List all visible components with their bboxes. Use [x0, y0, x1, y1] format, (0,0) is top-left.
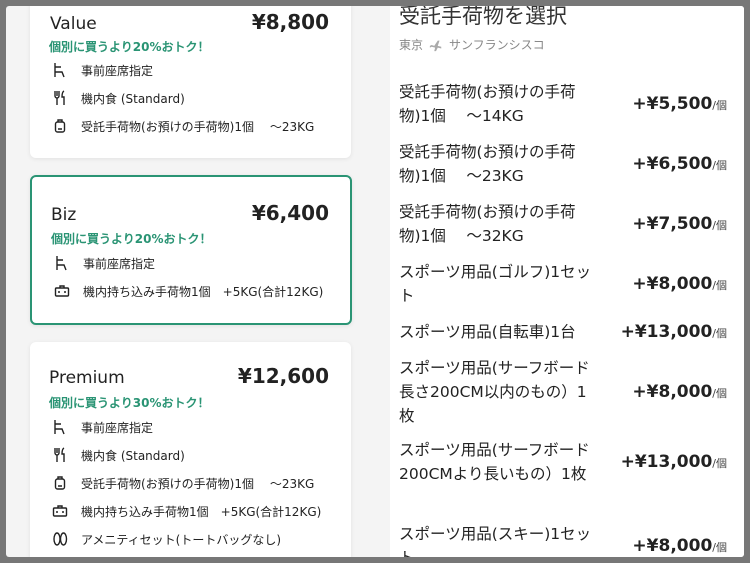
route-info: 東京 サンフランシスコ	[399, 36, 545, 53]
feature-item: 機内持ち込み手荷物1個 +5KG(合計12KG)	[51, 281, 323, 301]
feature-item: 受託手荷物(お預けの手荷物)1個 ～23KG	[49, 116, 314, 136]
option-price: +¥13,000/個	[620, 452, 727, 472]
luggage-icon	[49, 473, 71, 493]
plan-price: ¥12,600	[237, 364, 329, 388]
feature-item: 機内持ち込み手荷物1個 +5KG(合計12KG)	[49, 501, 321, 521]
option-price: +¥8,000/個	[632, 274, 727, 294]
app-screen: Value ¥8,800 個別に買うより20%おトク！ 事前座席指定 機内食 (…	[6, 6, 744, 557]
baggage-option[interactable]: スポーツ用品(スキー)1セット +¥8,000/個	[399, 522, 727, 557]
seat-icon	[49, 60, 71, 80]
destination-label: サンフランシスコ	[449, 38, 545, 52]
option-price: +¥13,000/個	[620, 322, 727, 342]
feature-item: 機内食 (Standard)	[49, 88, 185, 108]
option-name: 受託手荷物(お預けの手荷物)1個 ～32KG	[399, 203, 576, 245]
meal-icon	[49, 445, 71, 465]
feature-item: 事前座席指定	[49, 417, 153, 437]
plan-card-header: Biz ¥6,400	[32, 201, 350, 225]
carry-on-bag-icon	[51, 281, 73, 301]
baggage-option[interactable]: スポーツ用品(ゴルフ)1セット +¥8,000/個	[399, 260, 727, 308]
feature-item: アメニティセット(トートバッグなし)	[49, 529, 281, 549]
airplane-icon	[429, 38, 443, 52]
discount-note: 個別に買うより20%おトク！	[49, 40, 210, 54]
option-name: スポーツ用品(ゴルフ)1セット	[399, 263, 592, 305]
seat-icon	[51, 253, 73, 273]
option-name: スポーツ用品(サーフボード 200CMより長いもの）1枚	[399, 441, 606, 483]
option-name: スポーツ用品(サーフボード 長さ200CM以内のもの）1枚	[399, 359, 606, 425]
meal-icon	[49, 88, 71, 108]
option-name: スポーツ用品(スキー)1セット	[399, 525, 592, 557]
option-price: +¥8,000/個	[632, 536, 727, 556]
plan-card-header: Value ¥8,800	[30, 10, 351, 34]
plan-card-biz[interactable]: Biz ¥6,400 個別に買うより20%おトク！ 事前座席指定 機内持ち込み手…	[30, 175, 352, 325]
plan-name: Biz	[51, 205, 77, 225]
feature-item: 事前座席指定	[49, 60, 153, 80]
baggage-option[interactable]: スポーツ用品(自転車)1台 +¥13,000/個	[399, 320, 727, 344]
plan-name: Value	[50, 14, 97, 34]
feature-item: 受託手荷物(お預けの手荷物)1個 ～23KG	[49, 473, 314, 493]
option-price: +¥8,000/個	[632, 382, 727, 402]
option-name: 受託手荷物(お預けの手荷物)1個 ～23KG	[399, 143, 576, 185]
plan-card-premium[interactable]: Premium ¥12,600 個別に買うより30%おトク！ 事前座席指定 機内…	[30, 342, 351, 557]
plan-price: ¥6,400	[251, 201, 329, 225]
carry-on-bag-icon	[49, 501, 71, 521]
plan-list: Value ¥8,800 個別に買うより20%おトク！ 事前座席指定 機内食 (…	[6, 6, 390, 557]
feature-item: 事前座席指定	[51, 253, 155, 273]
baggage-panel: 受託手荷物を選択 東京 サンフランシスコ 受託手荷物(お預けの手荷物)1個 ～1…	[390, 6, 744, 557]
page-title: 受託手荷物を選択	[399, 6, 567, 28]
baggage-option[interactable]: スポーツ用品(サーフボード 200CMより長いもの）1枚 +¥13,000/個	[399, 438, 727, 486]
discount-note: 個別に買うより30%おトク！	[49, 396, 210, 410]
luggage-icon	[49, 116, 71, 136]
option-price: +¥6,500/個	[632, 154, 727, 174]
plan-card-header: Premium ¥12,600	[30, 364, 351, 388]
plan-price: ¥8,800	[251, 10, 329, 34]
plan-card-value[interactable]: Value ¥8,800 個別に買うより20%おトク！ 事前座席指定 機内食 (…	[30, 6, 351, 158]
option-price: +¥7,500/個	[632, 214, 727, 234]
baggage-option[interactable]: 受託手荷物(お預けの手荷物)1個 ～14KG +¥5,500/個	[399, 80, 727, 128]
feature-item: 機内食 (Standard)	[49, 445, 185, 465]
seat-icon	[49, 417, 71, 437]
option-name: 受託手荷物(お預けの手荷物)1個 ～14KG	[399, 83, 576, 125]
option-price: +¥5,500/個	[632, 94, 727, 114]
origin-label: 東京	[399, 38, 424, 52]
option-name: スポーツ用品(自転車)1台	[399, 323, 576, 341]
slippers-icon	[49, 529, 71, 549]
baggage-option[interactable]: 受託手荷物(お預けの手荷物)1個 ～23KG +¥6,500/個	[399, 140, 727, 188]
scrollbar[interactable]	[739, 6, 744, 557]
plan-name: Premium	[49, 368, 125, 388]
baggage-option[interactable]: 受託手荷物(お預けの手荷物)1個 ～32KG +¥7,500/個	[399, 200, 727, 248]
baggage-option[interactable]: スポーツ用品(サーフボード 長さ200CM以内のもの）1枚 +¥8,000/個	[399, 356, 727, 428]
discount-note: 個別に買うより20%おトク！	[51, 232, 212, 246]
